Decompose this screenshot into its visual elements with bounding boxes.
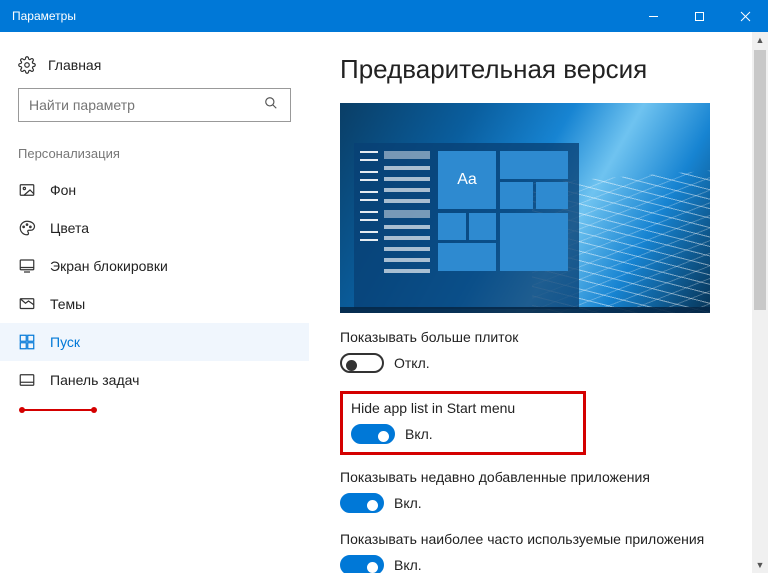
setting-title: Hide app list in Start menu <box>351 400 515 416</box>
toggle-state-label: Вкл. <box>405 426 433 442</box>
themes-icon <box>18 295 36 313</box>
annotation-highlight-box: Hide app list in Start menu Вкл. <box>340 391 586 455</box>
maximize-button[interactable] <box>676 0 722 32</box>
start-icon <box>18 333 36 351</box>
scrollbar-thumb[interactable] <box>754 50 766 310</box>
preview-tile-aa: Aa <box>438 151 496 209</box>
sidebar-item-lockscreen[interactable]: Экран блокировки <box>0 247 309 285</box>
search-input[interactable] <box>29 97 264 113</box>
sidebar-item-start[interactable]: Пуск <box>0 323 309 361</box>
sidebar-item-label: Фон <box>50 182 76 198</box>
toggle-state-label: Вкл. <box>394 495 422 511</box>
toggle-recent-apps[interactable] <box>340 493 384 513</box>
scrollbar[interactable]: ▲ ▼ <box>752 32 768 573</box>
setting-recent-apps: Показывать недавно добавленные приложени… <box>340 469 738 513</box>
annotation-underline <box>22 407 94 413</box>
sidebar-item-label: Темы <box>50 296 85 312</box>
sidebar-home[interactable]: Главная <box>0 48 309 88</box>
search-input-container[interactable] <box>18 88 291 122</box>
sidebar-item-themes[interactable]: Темы <box>0 285 309 323</box>
setting-title: Показывать наиболее часто используемые п… <box>340 531 738 547</box>
sidebar-item-label: Панель задач <box>50 372 139 388</box>
main-panel: Предварительная версия Aa Показывать бол… <box>310 32 768 573</box>
scroll-up-icon[interactable]: ▲ <box>752 32 768 48</box>
setting-most-used: Показывать наиболее часто используемые п… <box>340 531 738 573</box>
toggle-most-used[interactable] <box>340 555 384 573</box>
sidebar: Главная Персонализация Фон Цвета Экран б… <box>0 32 310 573</box>
sidebar-item-label: Цвета <box>50 220 89 236</box>
minimize-button[interactable] <box>630 0 676 32</box>
gear-icon <box>18 56 36 74</box>
toggle-more-tiles[interactable] <box>340 353 384 373</box>
start-preview-image: Aa <box>340 103 710 313</box>
lockscreen-icon <box>18 257 36 275</box>
taskbar-icon <box>18 371 36 389</box>
setting-more-tiles: Показывать больше плиток Откл. <box>340 329 738 373</box>
picture-icon <box>18 181 36 199</box>
palette-icon <box>18 219 36 237</box>
sidebar-item-colors[interactable]: Цвета <box>0 209 309 247</box>
page-heading: Предварительная версия <box>340 54 738 85</box>
sidebar-item-label: Экран блокировки <box>50 258 168 274</box>
toggle-state-label: Откл. <box>394 355 430 371</box>
sidebar-item-label: Пуск <box>50 334 80 350</box>
setting-title: Показывать больше плиток <box>340 329 738 345</box>
sidebar-item-taskbar[interactable]: Панель задач <box>0 361 309 399</box>
setting-title: Показывать недавно добавленные приложени… <box>340 469 738 485</box>
search-icon <box>264 96 280 115</box>
toggle-state-label: Вкл. <box>394 557 422 573</box>
sidebar-item-background[interactable]: Фон <box>0 171 309 209</box>
titlebar: Параметры <box>0 0 768 32</box>
close-button[interactable] <box>722 0 768 32</box>
sidebar-home-label: Главная <box>48 57 101 73</box>
sidebar-group-label: Персонализация <box>0 142 309 171</box>
scroll-down-icon[interactable]: ▼ <box>752 557 768 573</box>
toggle-hide-app-list[interactable] <box>351 424 395 444</box>
setting-hide-app-list: Hide app list in Start menu Вкл. <box>351 400 515 444</box>
window-title: Параметры <box>0 9 630 23</box>
